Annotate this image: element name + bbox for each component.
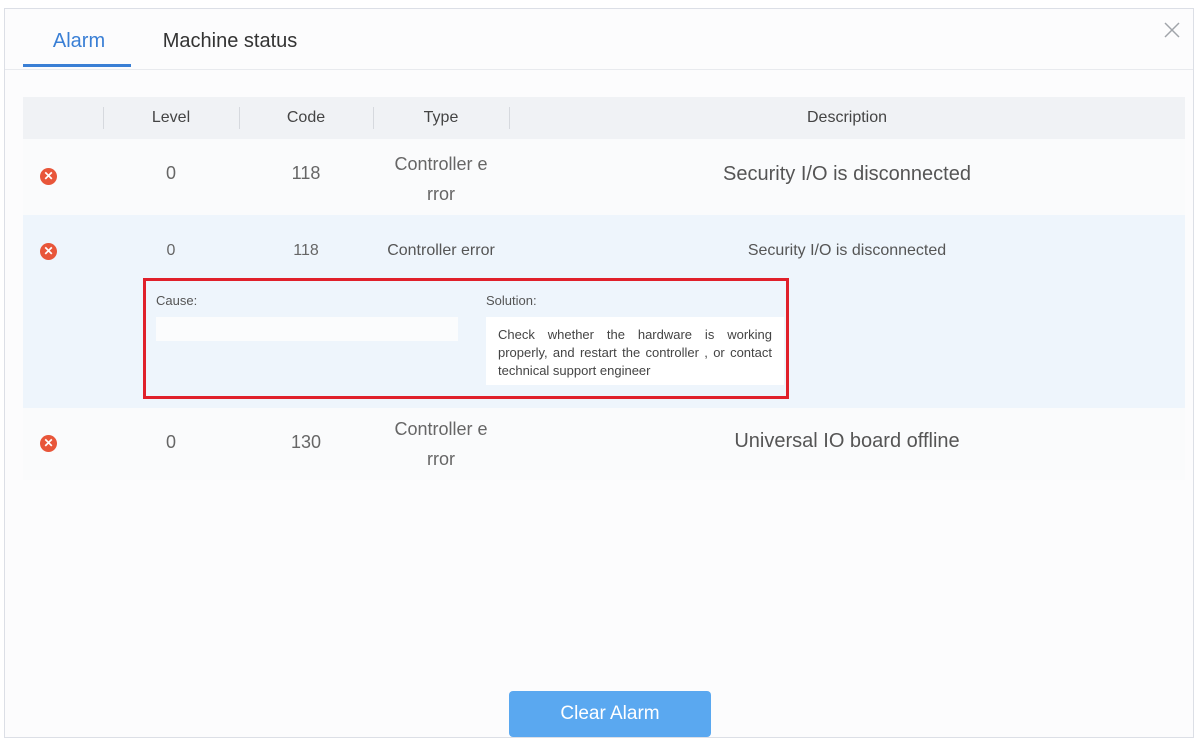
cell-level: 0 [166, 242, 176, 259]
tab-machine-status[interactable]: Machine status [155, 27, 305, 67]
table-row[interactable]: ✕ 0 130 Controller e rror Universal IO b… [23, 408, 1185, 480]
cell-type: Controller e rror [373, 414, 509, 474]
header-type: Type [423, 109, 459, 126]
cause-label: Cause: [156, 293, 198, 308]
table-row[interactable]: ✕ 0 118 Controller e rror Security I/O i… [23, 139, 1185, 215]
table-header: Level Code Type Description [23, 97, 1185, 139]
header-level: Level [151, 109, 191, 126]
cell-description: Security I/O is disconnected [747, 242, 947, 259]
cell-description: Universal IO board offline [734, 430, 960, 452]
alarm-dialog: Alarm Machine status Level Code Type Des… [4, 8, 1194, 738]
cell-code: 118 [291, 163, 321, 183]
alarm-table: Level Code Type Description ✕ 0 118 Cont… [23, 97, 1185, 480]
close-icon[interactable] [1161, 19, 1183, 41]
error-circle-icon: ✕ [40, 243, 57, 260]
cell-description: Security I/O is disconnected [723, 163, 971, 185]
header-code: Code [286, 109, 326, 126]
tab-bar: Alarm Machine status [5, 9, 1193, 70]
cell-type-line: Controller e [394, 154, 488, 174]
cause-field [156, 317, 458, 341]
clear-alarm-button[interactable]: Clear Alarm [509, 691, 711, 737]
cell-level: 0 [165, 432, 176, 452]
error-circle-icon: ✕ [40, 435, 57, 452]
cell-level: 0 [165, 163, 176, 183]
cell-type-line: Controller e [394, 419, 488, 439]
header-description: Description [806, 109, 888, 126]
solution-field: Check whether the hardware is working pr… [486, 317, 784, 385]
cell-type-line: rror [427, 184, 455, 204]
cell-type: Controller e rror [373, 149, 509, 209]
cell-type-line: rror [427, 449, 455, 469]
alarm-detail-panel: Cause: Solution: Check whether the hardw… [143, 278, 789, 399]
cell-type: Controller error [387, 242, 495, 259]
table-row-expanded[interactable]: ✕ 0 118 Controller error Security I/O is… [23, 215, 1185, 408]
cell-code: 130 [290, 432, 322, 452]
solution-label: Solution: [486, 293, 537, 308]
active-tab-indicator [23, 64, 131, 67]
error-circle-icon: ✕ [40, 168, 57, 185]
tab-alarm[interactable]: Alarm [49, 27, 109, 67]
